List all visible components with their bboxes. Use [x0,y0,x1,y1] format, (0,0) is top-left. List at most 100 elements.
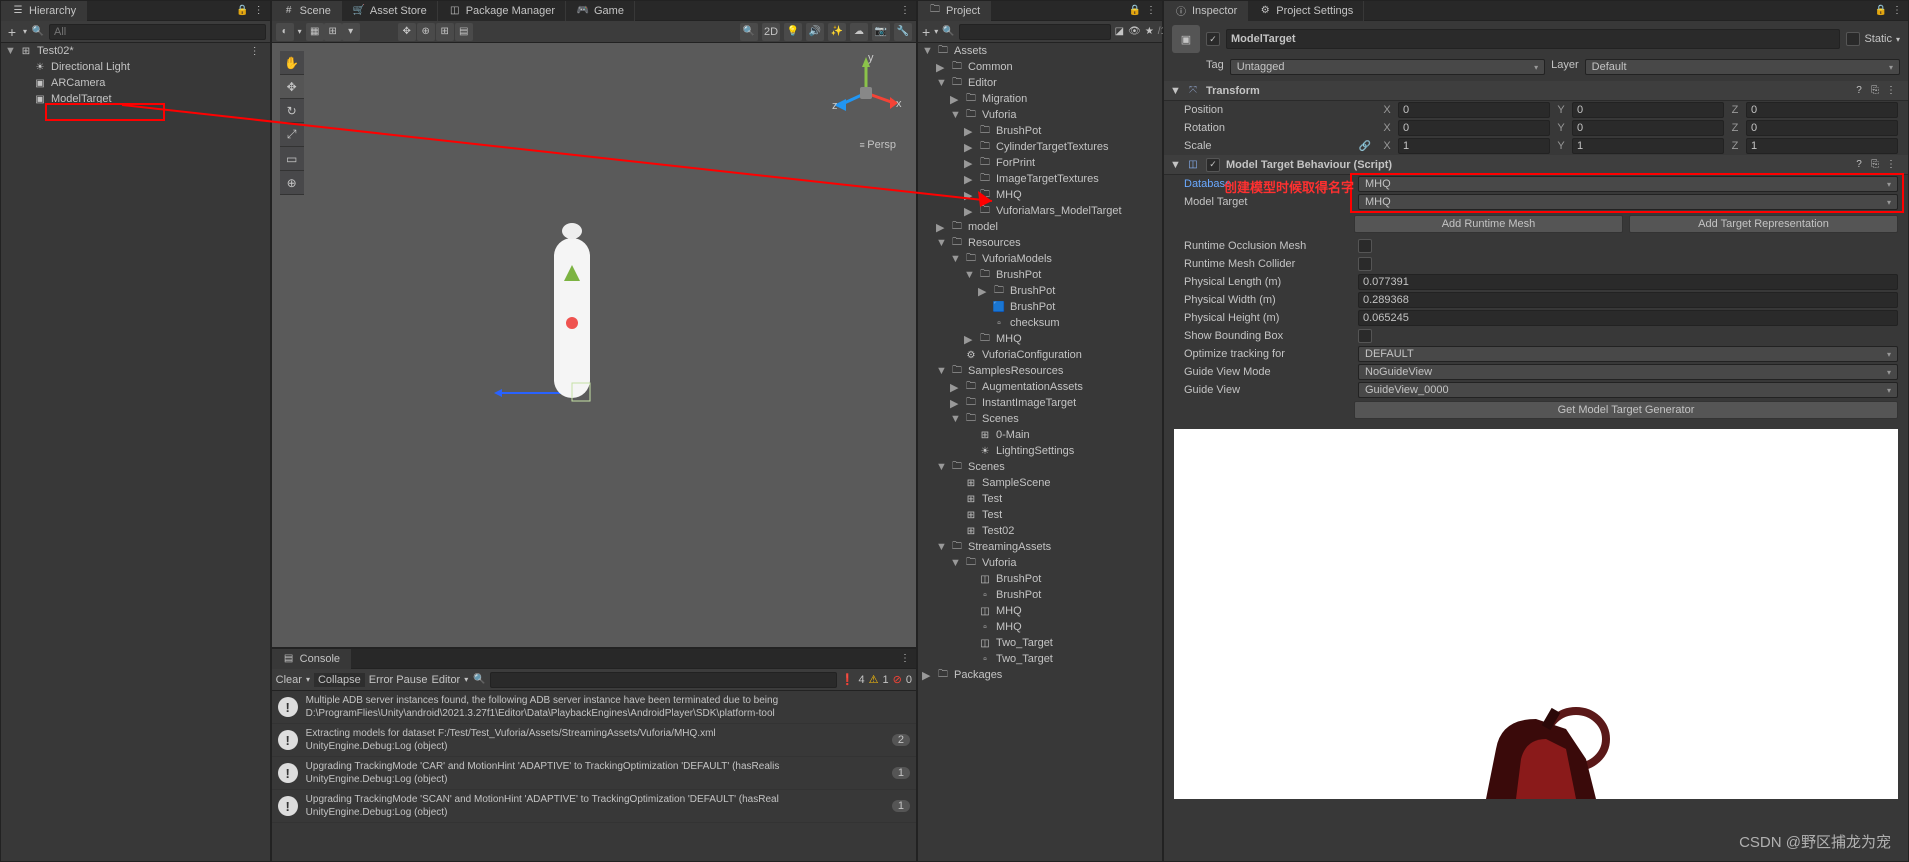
project-item[interactable]: ◫BrushPot [918,571,1162,587]
tab-game[interactable]: 🎮Game [566,1,635,21]
hierarchy-item[interactable]: ▣ARCamera [1,75,270,91]
x-input[interactable] [1398,102,1550,118]
project-item[interactable]: ⊞Test [918,507,1162,523]
checkbox[interactable] [1358,257,1372,271]
project-item[interactable]: ▼🗀Resources [918,235,1162,251]
project-item[interactable]: ▼🗀Assets [918,43,1162,59]
transform-header[interactable]: ▼ ⤧ Transform ?⎘⋮ [1164,81,1908,101]
project-item[interactable]: ▶🗀VuforiaMars_ModelTarget [918,203,1162,219]
hierarchy-tab[interactable]: ☰ Hierarchy [1,1,87,21]
scene-search[interactable]: 🔍 [740,23,758,41]
link-icon[interactable]: 🔗 [1358,139,1372,153]
project-search[interactable] [959,24,1111,40]
collapse-button[interactable]: Collapse [314,673,365,687]
project-item[interactable]: ▼🗀Scenes [918,459,1162,475]
help-icon[interactable]: ? [1852,84,1866,98]
project-settings-tab[interactable]: ⚙Project Settings [1248,1,1364,21]
project-item[interactable]: ▼🗀BrushPot [918,267,1162,283]
error-pause-button[interactable]: Error Pause [369,674,428,686]
dropdown[interactable]: NoGuideView▾ [1358,364,1898,380]
fx-toggle[interactable]: ✨ [828,23,846,41]
project-item[interactable]: ▶🗀CylinderTargetTextures [918,139,1162,155]
lock-icon[interactable]: 🔒 [1874,4,1888,18]
project-item[interactable]: ▶🗀AugmentationAssets [918,379,1162,395]
menu-icon[interactable]: ⋮ [1884,84,1898,98]
project-item[interactable]: ⊞Test02 [918,523,1162,539]
local-toggle[interactable]: ⊕ [417,23,435,41]
text-input[interactable] [1358,310,1898,326]
inspector-tab[interactable]: ⓘInspector [1164,1,1248,21]
console-entry[interactable]: !Upgrading TrackingMode 'CAR' and Motion… [272,757,916,790]
y-input[interactable] [1572,102,1724,118]
tab-scene[interactable]: #Scene [272,1,342,21]
get-generator-button[interactable]: Get Model Target Generator [1354,401,1898,419]
checkbox[interactable] [1358,239,1372,253]
snap-btn[interactable]: ⊞ [436,23,454,41]
grid-toggle[interactable]: ▦ [306,23,324,41]
x-input[interactable] [1398,120,1550,136]
preset-icon[interactable]: ⎘ [1868,158,1882,172]
rect-tool[interactable]: ▭ [280,147,304,171]
menu-icon[interactable]: ⋮ [248,44,262,58]
project-item[interactable]: ▶🗀MHQ [918,187,1162,203]
gameobject-name[interactable] [1226,29,1840,49]
project-item[interactable]: ▼🗀Scenes [918,411,1162,427]
warn-count[interactable]: 1 [883,674,889,686]
shading-mode[interactable]: ◐ [276,23,294,41]
component-enabled[interactable] [1206,158,1220,172]
project-item[interactable]: ☀LightingSettings [918,443,1162,459]
project-tab[interactable]: 🗀Project [918,1,991,21]
project-item[interactable]: ⊞0-Main [918,427,1162,443]
project-item[interactable]: 🟦BrushPot [918,299,1162,315]
z-input[interactable] [1746,138,1898,154]
y-input[interactable] [1572,138,1724,154]
scale-tool[interactable]: ⤢ [280,123,304,147]
active-checkbox[interactable] [1206,32,1220,46]
console-entry[interactable]: !Extracting models for dataset F:/Test/T… [272,724,916,757]
hierarchy-item[interactable]: ☀Directional Light [1,59,270,75]
project-item[interactable]: ▶🗀Packages [918,667,1162,683]
project-item[interactable]: ▫MHQ [918,619,1162,635]
text-input[interactable] [1358,274,1898,290]
project-item[interactable]: ▼🗀VuforiaModels [918,251,1162,267]
hidden-toggle[interactable]: ☁ [850,23,868,41]
info-count[interactable]: 4 [859,674,865,686]
persp-label[interactable]: ≡ Persp [859,139,896,151]
lighting-toggle[interactable]: 💡 [784,23,802,41]
y-input[interactable] [1572,120,1724,136]
clear-button[interactable]: Clear [276,674,302,686]
help-icon[interactable]: ? [1852,158,1866,172]
project-item[interactable]: ▶🗀model [918,219,1162,235]
gizmo-toggle[interactable]: 🔧 [894,23,912,41]
project-item[interactable]: ◫Two_Target [918,635,1162,651]
project-item[interactable]: ⊞Test [918,491,1162,507]
static-checkbox[interactable] [1846,32,1860,46]
z-input[interactable] [1746,120,1898,136]
plus-icon[interactable]: + [5,25,19,39]
project-item[interactable]: ▫BrushPot [918,587,1162,603]
project-item[interactable]: ▶🗀Migration [918,91,1162,107]
rotate-tool[interactable]: ↻ [280,99,304,123]
project-item[interactable]: ▶🗀ForPrint [918,155,1162,171]
x-input[interactable] [1398,138,1550,154]
project-item[interactable]: ▼🗀StreamingAssets [918,539,1162,555]
visibility-icon[interactable]: 👁 [1128,25,1141,39]
project-item[interactable]: ▼🗀SamplesResources [918,363,1162,379]
project-item[interactable]: ▫Two_Target [918,651,1162,667]
menu-icon[interactable]: ⋮ [898,652,912,666]
menu-icon[interactable]: ⋮ [1890,4,1904,18]
project-item[interactable]: ⚙VuforiaConfiguration [918,347,1162,363]
transform-tool[interactable]: ⊕ [280,171,304,195]
project-item[interactable]: ▶🗀ImageTargetTextures [918,171,1162,187]
tab-packagemanager[interactable]: ◫Package Manager [438,1,566,21]
star-icon[interactable]: ★ [1145,25,1154,39]
lock-icon[interactable]: 🔒 [1128,4,1142,18]
menu-icon[interactable]: ⋮ [898,4,912,18]
plus-icon[interactable]: + [922,25,930,39]
scene-root[interactable]: ▼ ⊞ Test02* ⋮ [1,43,270,59]
mtb-header[interactable]: ▼ ◫ Model Target Behaviour (Script) ?⎘⋮ [1164,155,1908,175]
add-runtime-button[interactable]: Add Runtime Mesh [1354,215,1623,233]
console-search[interactable] [490,672,837,688]
preset-icon[interactable]: ⎘ [1868,84,1882,98]
modeltarget-dropdown[interactable]: MHQ▾ [1358,194,1898,210]
